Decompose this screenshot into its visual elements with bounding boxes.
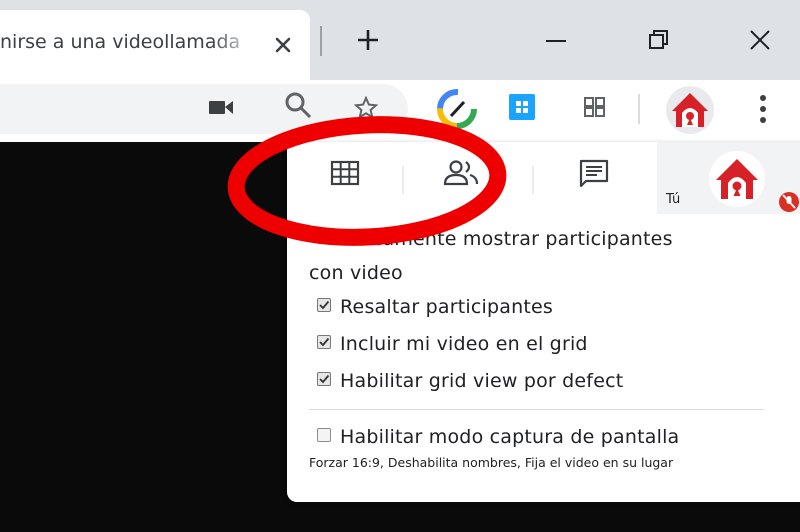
new-tab-icon[interactable] bbox=[355, 27, 381, 53]
option-grid-default[interactable]: Habilitar grid view por defect bbox=[317, 370, 623, 392]
option-capture-mode[interactable]: Habilitar modo captura de pantalla bbox=[317, 426, 679, 448]
self-name-label: Tú bbox=[666, 192, 681, 207]
restore-icon[interactable] bbox=[647, 28, 671, 52]
grid-extension-icon[interactable] bbox=[509, 94, 535, 120]
mic-off-icon bbox=[779, 192, 799, 212]
checkbox-highlight[interactable] bbox=[317, 298, 331, 312]
browser-tab[interactable]: nirse a una videollamada bbox=[0, 10, 310, 80]
checkbox-grid-default[interactable] bbox=[317, 372, 331, 386]
option-highlight-label: Resaltar participantes bbox=[340, 296, 553, 318]
tab-strip: nirse a una videollamada bbox=[0, 0, 800, 80]
chat-icon[interactable] bbox=[578, 158, 610, 188]
window-close-icon[interactable] bbox=[748, 28, 772, 52]
option-grid-default-label: Habilitar grid view por defect bbox=[340, 370, 624, 392]
option-highlight[interactable]: Resaltar participantes bbox=[317, 296, 553, 318]
red-annotation-circle bbox=[227, 116, 507, 246]
panel-divider bbox=[309, 409, 764, 410]
more-vert-icon[interactable] bbox=[756, 92, 770, 126]
checkbox-capture-mode[interactable] bbox=[317, 428, 331, 442]
apps-icon[interactable] bbox=[583, 95, 607, 119]
option-capture-mode-label: Habilitar modo captura de pantalla bbox=[340, 426, 680, 448]
capture-mode-note: Forzar 16:9, Deshabilita nombres, Fija e… bbox=[309, 455, 674, 470]
user-avatar-icon bbox=[709, 151, 765, 207]
option-include-me[interactable]: Incluir mi video en el grid bbox=[317, 333, 588, 355]
tab-separator bbox=[320, 26, 322, 56]
toolbar-separator bbox=[638, 94, 640, 124]
option-only-video-cont: con video bbox=[309, 262, 403, 284]
option-include-me-label: Incluir mi video en el grid bbox=[340, 333, 588, 355]
checkbox-include-me[interactable] bbox=[317, 335, 331, 349]
profile-avatar-icon[interactable] bbox=[665, 85, 715, 135]
close-icon[interactable] bbox=[272, 34, 294, 56]
minimize-icon[interactable] bbox=[544, 28, 568, 52]
tab-title: nirse a una videollamada bbox=[0, 31, 241, 53]
panel-tab-divider bbox=[532, 166, 534, 194]
